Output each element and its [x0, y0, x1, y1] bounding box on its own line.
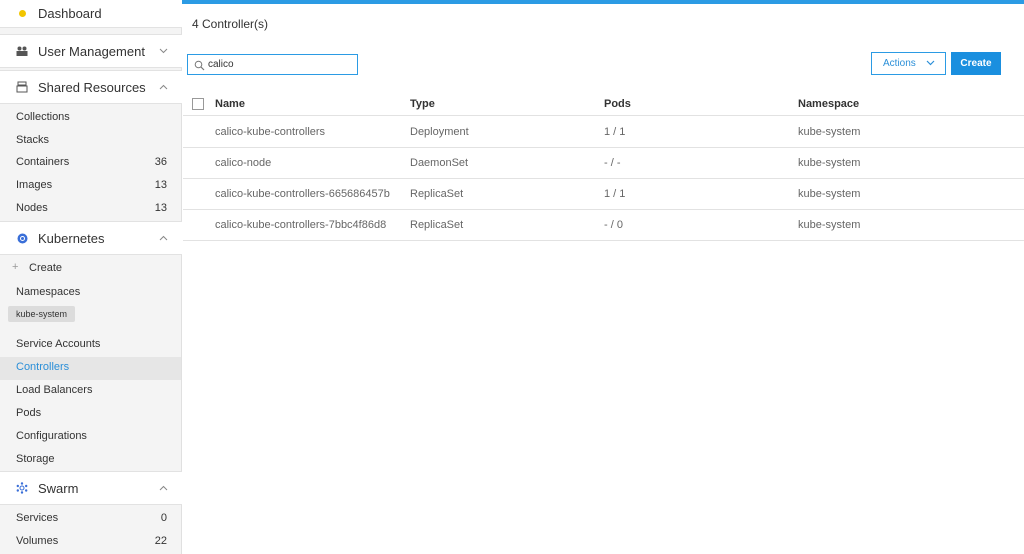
sidebar-item-create[interactable]: Create	[29, 262, 62, 274]
sidebar-section-swarm[interactable]: Swarm	[0, 471, 182, 505]
section-title: Shared Resources	[38, 79, 146, 95]
sidebar-section-shared-resources[interactable]: Shared Resources	[0, 70, 182, 104]
sidebar-item-volumes[interactable]: Volumes	[16, 535, 58, 547]
sidebar-item-load-balancers[interactable]: Load Balancers	[16, 384, 92, 396]
section-title: User Management	[38, 43, 145, 59]
cell-pods: 1 / 1	[604, 188, 626, 200]
table-row[interactable]: calico-node DaemonSet - / - kube-system	[183, 148, 1024, 179]
sidebar-item-nodes[interactable]: Nodes	[16, 202, 48, 214]
sidebar-item-controllers[interactable]: Controllers	[16, 361, 69, 373]
chevron-up-icon[interactable]	[159, 483, 168, 494]
search-box[interactable]	[187, 54, 358, 75]
main-content: 4 Controller(s) Actions Create Name Type…	[183, 4, 1024, 554]
sidebar-item-stacks[interactable]: Stacks	[16, 134, 49, 146]
chevron-down-icon[interactable]	[159, 46, 168, 57]
plus-icon: +	[12, 261, 19, 273]
section-title: Swarm	[38, 480, 79, 496]
count-badge: 0	[160, 512, 167, 524]
kubernetes-icon	[16, 232, 28, 244]
table-row[interactable]: calico-kube-controllers Deployment 1 / 1…	[183, 117, 1024, 148]
sidebar-section-kubernetes[interactable]: Kubernetes	[0, 221, 182, 255]
sidebar-item-service-accounts[interactable]: Service Accounts	[16, 338, 100, 350]
cell-name[interactable]: calico-kube-controllers-665686457b	[215, 188, 390, 200]
column-header-name[interactable]: Name	[215, 98, 245, 110]
count-badge: 13	[154, 179, 167, 191]
actions-dropdown[interactable]: Actions	[871, 52, 946, 75]
chevron-up-icon[interactable]	[159, 233, 168, 244]
sidebar-item-storage[interactable]: Storage	[16, 453, 55, 465]
sidebar-item-services[interactable]: Services	[16, 512, 58, 524]
cell-type: Deployment	[410, 126, 469, 138]
table-header: Name Type Pods Namespace	[183, 94, 1024, 116]
table-row[interactable]: calico-kube-controllers-7bbc4f86d8 Repli…	[183, 210, 1024, 241]
cell-type: ReplicaSet	[410, 219, 464, 231]
swarm-icon	[16, 482, 28, 494]
search-icon	[194, 58, 205, 76]
cell-name[interactable]: calico-kube-controllers-7bbc4f86d8	[215, 219, 386, 231]
search-input[interactable]	[208, 57, 353, 72]
sidebar-item-label: Dashboard	[38, 6, 102, 21]
sidebar-item-namespaces[interactable]: Namespaces	[16, 286, 80, 298]
count-badge: 36	[154, 156, 167, 168]
chevron-down-icon	[926, 58, 935, 68]
sidebar-item-containers[interactable]: Containers	[16, 156, 69, 168]
count-badge: 13	[154, 202, 167, 214]
column-header-type[interactable]: Type	[410, 98, 435, 110]
actions-label: Actions	[883, 58, 916, 69]
sidebar: Dashboard User Management Shared Resourc…	[0, 0, 182, 554]
sidebar-item-dashboard[interactable]: Dashboard	[0, 0, 182, 28]
users-icon	[16, 45, 28, 57]
cell-pods: 1 / 1	[604, 126, 626, 138]
shared-resources-icon	[16, 81, 28, 93]
create-button[interactable]: Create	[951, 52, 1001, 75]
sidebar-item-images[interactable]: Images	[16, 179, 52, 191]
cell-name[interactable]: calico-kube-controllers	[215, 126, 325, 138]
sidebar-item-configurations[interactable]: Configurations	[16, 430, 87, 442]
section-title: Kubernetes	[38, 230, 105, 246]
cell-namespace: kube-system	[798, 126, 861, 138]
cell-pods: - / -	[604, 157, 621, 169]
cell-namespace: kube-system	[798, 157, 861, 169]
status-dot-icon	[16, 8, 28, 20]
sidebar-item-pods[interactable]: Pods	[16, 407, 41, 419]
page-title: 4 Controller(s)	[192, 17, 269, 31]
select-all-checkbox[interactable]	[192, 98, 204, 110]
cell-type: ReplicaSet	[410, 188, 464, 200]
column-header-namespace[interactable]: Namespace	[798, 98, 859, 110]
cell-type: DaemonSet	[410, 157, 469, 169]
sidebar-item-collections[interactable]: Collections	[16, 111, 70, 123]
cell-name[interactable]: calico-node	[215, 157, 271, 169]
table-row[interactable]: calico-kube-controllers-665686457b Repli…	[183, 179, 1024, 210]
column-header-pods[interactable]: Pods	[604, 98, 631, 110]
cell-pods: - / 0	[604, 219, 623, 231]
sidebar-section-user-management[interactable]: User Management	[0, 34, 182, 68]
count-badge: 22	[154, 535, 167, 547]
cell-namespace: kube-system	[798, 188, 861, 200]
cell-namespace: kube-system	[798, 219, 861, 231]
chevron-up-icon[interactable]	[159, 82, 168, 93]
namespace-tag[interactable]: kube-system	[8, 306, 75, 322]
